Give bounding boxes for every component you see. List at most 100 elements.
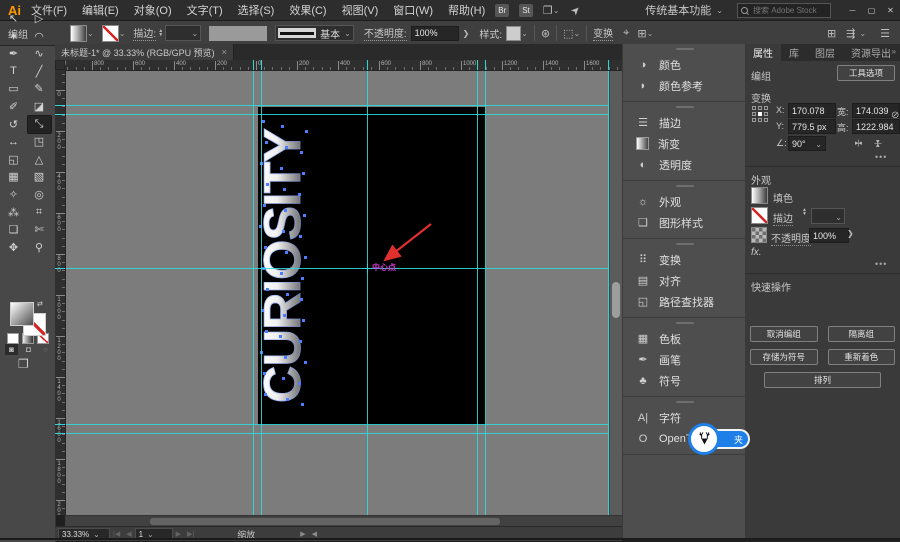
close-button[interactable]: ✕ xyxy=(881,0,900,20)
column-graph-tool[interactable]: ⌗ xyxy=(28,204,51,221)
bridge-button[interactable]: Br xyxy=(495,4,509,17)
status-expand-left-icon[interactable]: ◀ xyxy=(312,530,317,538)
next-artboard-icon[interactable]: ▶ xyxy=(176,530,181,538)
appearance-opacity-field[interactable]: 100% xyxy=(809,228,849,243)
opacity-checker-icon[interactable] xyxy=(751,227,767,243)
opacity-expand-icon[interactable]: ❯ xyxy=(463,29,470,38)
artboard-tool[interactable]: ❏ xyxy=(2,221,25,238)
free-transform-tool[interactable]: ◳ xyxy=(28,133,51,150)
docs-grid-icon[interactable]: ⊞ xyxy=(827,27,836,40)
screen-mode-icon[interactable]: ❐ xyxy=(18,357,29,371)
brush-definition-dropdown[interactable]: 基本 xyxy=(275,25,354,41)
pen-tool[interactable]: ✒ xyxy=(2,45,25,62)
stock-button[interactable]: St xyxy=(519,4,533,17)
stock-search[interactable] xyxy=(737,3,831,18)
appearance-more-options[interactable]: ••• xyxy=(875,259,887,269)
document-tab[interactable]: 未标题-1* @ 33.33% (RGB/GPU 预览) × xyxy=(55,44,234,60)
panel-tab-1[interactable]: 库 xyxy=(781,44,807,61)
fill-stroke-widget[interactable]: ⇄ xyxy=(10,302,46,336)
constrain-proportions-icon[interactable]: ⊘ xyxy=(891,110,899,121)
height-field[interactable]: 1222.984 xyxy=(852,119,900,134)
guide-horizontal[interactable] xyxy=(65,268,622,269)
dock-group-handle[interactable] xyxy=(676,48,694,50)
quick-action-button-1[interactable]: 隔离组 xyxy=(828,326,896,342)
dock-item-pathfinder[interactable]: ◱路径查找器 xyxy=(623,291,746,312)
guide-vertical[interactable] xyxy=(261,70,262,515)
fill-swatch[interactable] xyxy=(70,25,87,42)
menubar-menu-8[interactable]: 帮助(H) xyxy=(448,2,485,18)
shape-builder-tool[interactable]: ◱ xyxy=(2,151,25,168)
previous-artboard-icon[interactable]: ◀ xyxy=(126,530,131,538)
menubar-menu-4[interactable]: 选择(S) xyxy=(238,2,275,18)
dock-item-transparency[interactable]: ◐透明度 xyxy=(623,154,746,175)
dock-item-graphic-styles[interactable]: ❑图形样式 xyxy=(623,212,746,233)
docs-arrangement-icon[interactable]: ⇶ xyxy=(846,27,855,40)
menubar-menu-5[interactable]: 效果(C) xyxy=(289,2,326,18)
stroke-weight-dropdown[interactable] xyxy=(811,208,845,224)
arrange-documents-icon[interactable]: ❐ xyxy=(543,4,553,17)
ruler-corner[interactable] xyxy=(55,60,65,70)
dock-item-transform[interactable]: ⠿变换 xyxy=(623,249,746,270)
dock-group-handle[interactable] xyxy=(676,185,694,187)
globe-icon[interactable]: ⊛ xyxy=(541,27,550,40)
appearance-stroke-swatch[interactable] xyxy=(751,207,768,224)
guide-horizontal[interactable] xyxy=(65,114,622,115)
chevron-down-icon[interactable] xyxy=(119,28,126,39)
selection-tool[interactable]: ↖ xyxy=(2,10,25,27)
line-segment-tool[interactable]: ╱ xyxy=(28,63,51,80)
bounding-box-icon[interactable]: ⌖ xyxy=(623,27,629,40)
rocket-icon[interactable]: ➤ xyxy=(568,2,584,18)
menubar-menu-7[interactable]: 窗口(W) xyxy=(393,2,433,18)
draw-behind-icon[interactable]: ◘ xyxy=(22,344,35,355)
eyedropper-tool[interactable]: ✧ xyxy=(2,186,25,203)
lasso-tool[interactable]: ◠ xyxy=(28,28,51,45)
collapse-panel-icon[interactable]: » xyxy=(892,47,896,56)
panel-tab-0[interactable]: 属性 xyxy=(745,44,781,61)
paintbrush-tool[interactable]: ✎ xyxy=(28,80,51,97)
rectangle-tool[interactable]: ▭ xyxy=(2,80,25,97)
appearance-stroke-label[interactable]: 描边 xyxy=(773,210,793,226)
chevron-down-icon[interactable] xyxy=(553,4,560,16)
vertical-scrollbar-thumb[interactable] xyxy=(612,282,620,318)
transform-more-options[interactable]: ••• xyxy=(875,152,887,162)
style-swatch[interactable] xyxy=(506,26,521,41)
dock-group-handle[interactable] xyxy=(676,243,694,245)
opacity-expand-icon[interactable]: ❯ xyxy=(847,229,854,238)
width-tool[interactable]: ↔ xyxy=(2,133,25,150)
stroke-swatch[interactable] xyxy=(102,25,119,42)
artboard-headline-text[interactable]: CURIOSITY xyxy=(260,111,306,421)
badge-logo[interactable] xyxy=(688,423,720,455)
last-artboard-icon[interactable]: ▶| xyxy=(187,530,194,538)
opacity-label[interactable]: 不透明度: xyxy=(364,25,407,41)
vertical-scrollbar[interactable] xyxy=(609,70,622,515)
first-artboard-icon[interactable]: |◀ xyxy=(113,530,120,538)
mesh-tool[interactable]: ▦ xyxy=(2,168,25,185)
dock-item-swatches[interactable]: ▦色板 xyxy=(623,328,746,349)
menubar-menu-3[interactable]: 文字(T) xyxy=(187,2,223,18)
reference-point-locator[interactable] xyxy=(752,106,768,122)
horizontal-ruler[interactable]: 1000800600400200020040060080010001200140… xyxy=(65,60,622,71)
dock-item-stroke[interactable]: ☰描边 xyxy=(623,112,746,133)
canvas-viewport[interactable]: CURIOSITY 中心点 xyxy=(65,70,622,515)
workspace-switcher[interactable]: 传统基本功能 xyxy=(645,2,723,18)
draw-inside-icon[interactable]: ○ xyxy=(39,344,52,355)
guide-vertical[interactable] xyxy=(367,70,368,515)
chevron-down-icon[interactable] xyxy=(573,28,580,39)
type-tool[interactable]: T xyxy=(2,63,25,80)
menubar-menu-2[interactable]: 对象(O) xyxy=(134,2,172,18)
transform-panel-link[interactable]: 变换 xyxy=(593,25,613,41)
guide-vertical[interactable] xyxy=(253,70,254,515)
stroke-weight-stepper[interactable]: ▲▼ xyxy=(800,208,809,216)
vertical-ruler[interactable]: 0200400600800100012001400160018002000 xyxy=(55,70,66,515)
y-field[interactable]: 779.5 px xyxy=(788,119,836,134)
tool-options-button[interactable]: 工具选项 xyxy=(837,65,895,81)
zoom-tool[interactable]: ⚲ xyxy=(28,239,51,256)
perspective-grid-tool[interactable]: △ xyxy=(28,151,51,168)
guide-vertical[interactable] xyxy=(485,70,486,515)
symbol-sprayer-tool[interactable]: ⁂ xyxy=(2,204,25,221)
chevron-down-icon[interactable] xyxy=(859,28,866,39)
dock-item-align[interactable]: ▤对齐 xyxy=(623,270,746,291)
menubar-menu-1[interactable]: 编辑(E) xyxy=(82,2,119,18)
status-expand-right-icon[interactable]: ▶ xyxy=(300,530,305,538)
gradient-tool[interactable]: ▧ xyxy=(28,168,51,185)
